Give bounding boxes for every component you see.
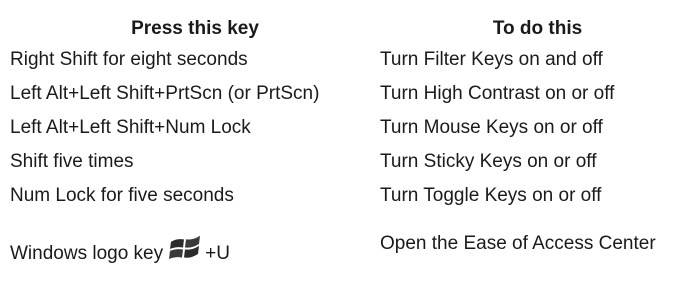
table-row: Right Shift for eight seconds Turn Filte… [10,43,695,77]
table-header-row: Press this key To do this [10,6,695,43]
windows-logo-icon [169,233,203,267]
header-press-this-key: Press this key [131,18,259,39]
windows-u-suffix: +U [205,243,230,264]
table-row: Num Lock for five seconds Turn Toggle Ke… [10,179,695,213]
table-row: Windows logo key +U Open the Ease of Acc… [10,213,695,269]
shortcut-action: Turn Sticky Keys on or off [380,151,597,172]
shortcut-key-windows-u: Windows logo key +U [10,213,380,269]
table-row: Left Alt+Left Shift+PrtScn (or PrtScn) T… [10,77,695,111]
shortcut-key: Left Alt+Left Shift+PrtScn (or PrtScn) [10,83,320,104]
shortcut-action: Turn High Contrast on or off [380,83,615,104]
shortcut-key: Shift five times [10,151,134,172]
table-row: Left Alt+Left Shift+Num Lock Turn Mouse … [10,111,695,145]
shortcut-action: Turn Toggle Keys on or off [380,185,602,206]
table-row: Shift five times Turn Sticky Keys on or … [10,145,695,179]
shortcut-key: Num Lock for five seconds [10,185,234,206]
shortcut-action: Turn Filter Keys on and off [380,49,603,70]
header-to-do-this: To do this [492,18,583,39]
shortcut-action: Turn Mouse Keys on or off [380,117,603,138]
windows-logo-key-label: Windows logo key [10,243,164,264]
shortcut-action: Open the Ease of Access Center [380,233,656,254]
shortcut-key: Left Alt+Left Shift+Num Lock [10,117,251,138]
shortcut-key: Right Shift for eight seconds [10,49,248,70]
keyboard-shortcuts-table: Press this key To do this Right Shift fo… [10,6,695,269]
